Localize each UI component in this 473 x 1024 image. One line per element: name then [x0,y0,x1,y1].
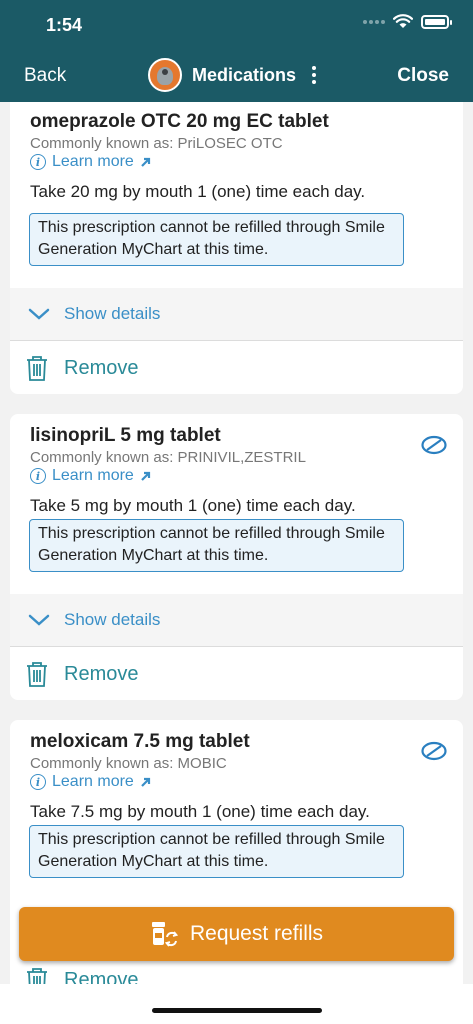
info-icon: i [30,154,46,170]
medication-card: lisinopriL 5 mg tablet Commonly known as… [10,414,463,700]
signal-icon [363,19,385,24]
external-link-icon [141,777,150,787]
dosage-instructions: Take 20 mg by mouth 1 (one) time each da… [30,182,366,201]
nav-bar: Back Medications Close [0,50,473,102]
refill-bottle-icon [151,922,178,947]
external-link-icon [141,157,150,167]
remove-button[interactable]: Remove [10,648,463,700]
close-button[interactable]: Close [397,65,449,87]
chevron-down-icon [28,308,50,320]
remove-button[interactable]: Remove [10,342,463,394]
wifi-icon [393,14,413,28]
learn-more-link[interactable]: i Learn more [30,773,152,791]
medication-name: lisinopriL 5 mg tablet [30,425,221,446]
common-name: Commonly known as: PriLOSEC OTC [30,135,283,152]
show-details-label: Show details [64,304,161,323]
remove-label: Remove [64,356,139,379]
status-time: 1:54 [46,15,83,35]
back-button[interactable]: Back [24,65,66,87]
info-icon: i [30,774,46,790]
nav-title-group: Medications [148,58,317,92]
refill-notice: This prescription cannot be refilled thr… [29,213,404,266]
remove-label: Remove [64,662,139,685]
request-refills-label: Request refills [189,922,324,945]
avatar [148,58,182,92]
show-details-toggle[interactable]: Show details [10,288,463,341]
external-link-icon [141,471,150,481]
learn-more-label: Learn more [52,773,134,790]
learn-more-link[interactable]: i Learn more [30,467,152,485]
pill-icon [421,435,447,455]
medication-list[interactable]: omeprazole OTC 20 mg EC tablet Commonly … [0,102,473,984]
learn-more-label: Learn more [52,153,134,170]
chevron-down-icon [28,614,50,626]
learn-more-label: Learn more [52,467,134,484]
refill-notice: This prescription cannot be refilled thr… [29,519,404,572]
refill-notice: This prescription cannot be refilled thr… [29,825,404,878]
medication-card: omeprazole OTC 20 mg EC tablet Commonly … [10,102,463,394]
more-options-icon[interactable] [312,66,317,84]
status-icons [363,14,452,29]
medication-name: meloxicam 7.5 mg tablet [30,731,250,752]
learn-more-link[interactable]: i Learn more [30,153,152,171]
status-bar: 1:54 [0,0,473,50]
show-details-label: Show details [64,610,161,629]
page-title: Medications [192,64,297,85]
common-name: Commonly known as: PRINIVIL,ZESTRIL [30,449,306,466]
pill-icon [421,741,447,761]
trash-icon [27,662,47,687]
dosage-instructions: Take 7.5 mg by mouth 1 (one) time each d… [30,802,370,821]
remove-label: Remove [64,968,139,985]
bottom-safe-area [0,984,473,1024]
request-refills-button[interactable]: Request refills [19,907,454,961]
battery-icon [421,14,452,29]
home-indicator[interactable] [152,1008,322,1013]
info-icon: i [30,468,46,484]
dosage-instructions: Take 5 mg by mouth 1 (one) time each day… [30,496,356,515]
trash-icon [27,968,47,984]
trash-icon [27,356,47,381]
medication-name: omeprazole OTC 20 mg EC tablet [30,111,329,132]
show-details-toggle[interactable]: Show details [10,594,463,647]
common-name: Commonly known as: MOBIC [30,755,227,772]
